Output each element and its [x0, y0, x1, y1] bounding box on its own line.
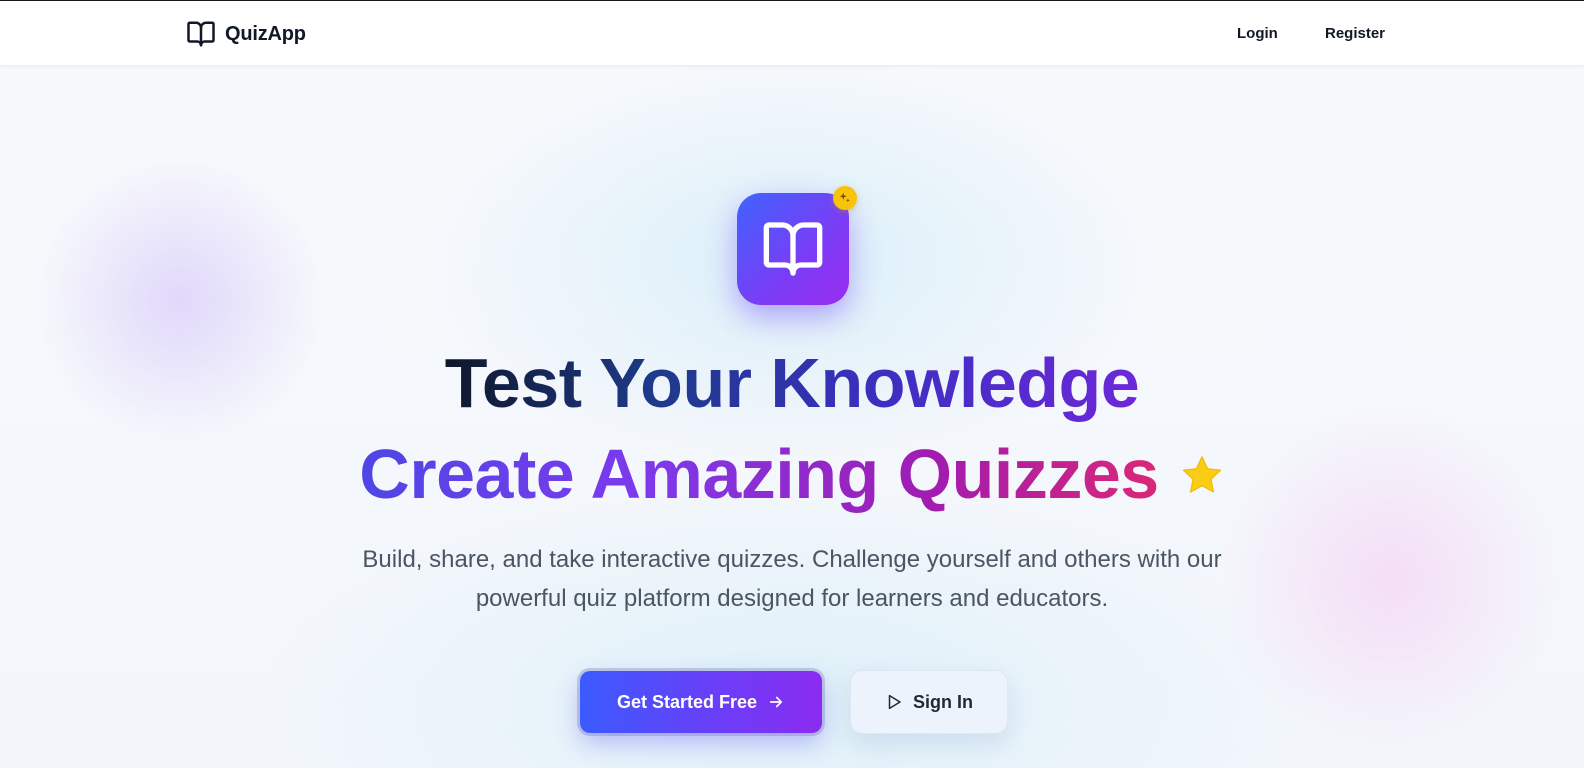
hero-title-line1-text: Test Your Knowledge — [444, 344, 1140, 422]
get-started-button[interactable]: Get Started Free — [580, 671, 822, 733]
sign-in-label: Sign In — [913, 691, 973, 712]
book-open-icon — [763, 222, 823, 276]
play-icon — [888, 694, 901, 710]
nav-register-link[interactable]: Register — [1325, 25, 1385, 42]
get-started-label: Get Started Free — [616, 691, 758, 712]
landing-page: QuizApp Login Register Test Your Knowled… — [0, 0, 1584, 768]
brand-link[interactable]: QuizApp — [186, 19, 306, 49]
book-open-icon — [187, 21, 215, 47]
arrow-right-icon — [769, 696, 783, 708]
hero-logo-tile — [737, 193, 849, 305]
top-navbar: QuizApp Login Register — [0, 1, 1584, 65]
hero-title-line1: Test Your Knowledge — [0, 343, 1584, 423]
hero-subtitle: Build, share, and take interactive quizz… — [362, 546, 1222, 612]
sparkle-icon — [839, 192, 850, 203]
sparkle-badge — [833, 186, 857, 210]
hero-title-line2-text: Create Amazing Quizzes — [359, 432, 1159, 524]
star-icon — [1182, 456, 1221, 493]
sign-in-button[interactable]: Sign In — [850, 670, 1008, 734]
brand-name: QuizApp — [225, 22, 306, 45]
hero-title-line2: Create Amazing Quizzes — [0, 432, 1584, 524]
nav-login-link[interactable]: Login — [1237, 25, 1278, 42]
